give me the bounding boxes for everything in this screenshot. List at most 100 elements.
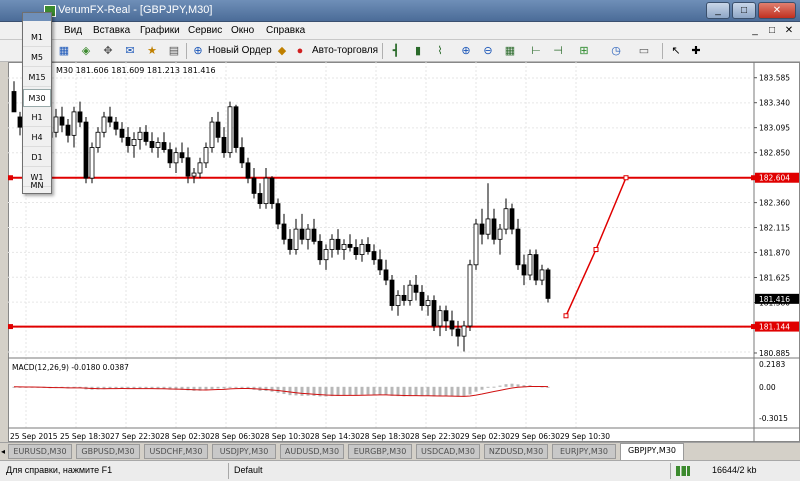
candlestick-body xyxy=(371,251,377,261)
child-restore-button[interactable]: □ xyxy=(765,24,779,37)
tab-audusd[interactable]: AUDUSD,M30 xyxy=(280,444,344,459)
new-chart-icon[interactable]: ▦ xyxy=(56,43,72,59)
macd-histogram-bar xyxy=(228,386,232,388)
macd-histogram-bar xyxy=(444,386,448,397)
candlestick-body xyxy=(491,218,497,240)
periods-icon[interactable]: ◷ xyxy=(608,43,624,59)
cursor-icon[interactable]: ↖ xyxy=(668,43,684,59)
indicators-icon[interactable]: ⊞ xyxy=(576,43,592,59)
navigator-icon[interactable]: ✉ xyxy=(122,43,138,59)
candlestick-body xyxy=(227,106,233,154)
macd-histogram-bar xyxy=(396,386,400,397)
macd-histogram-bar xyxy=(282,386,286,395)
menu-bar: Вид Вставка Графики Сервис Окно Справка … xyxy=(0,22,800,40)
candlestick-body xyxy=(323,249,329,261)
status-separator xyxy=(228,463,229,479)
candlestick-body xyxy=(461,325,467,337)
toolbar-separator xyxy=(382,43,383,59)
crosshair-move-icon[interactable]: ✥ xyxy=(100,43,116,59)
auto-trading-icon[interactable]: ● xyxy=(292,43,308,59)
macd-histogram-bar xyxy=(486,386,490,388)
tile-windows-icon[interactable]: ▦ xyxy=(502,43,518,59)
price-chart[interactable]: 183.585183.340183.095182.850182.605182.3… xyxy=(8,62,800,442)
menu-charts[interactable]: Графики xyxy=(140,25,180,36)
zoom-in-icon[interactable]: ⊕ xyxy=(458,43,474,59)
timeframe-mn[interactable]: MN xyxy=(23,179,51,193)
candlestick-icon[interactable]: ▮ xyxy=(410,43,426,59)
menu-insert[interactable]: Вставка xyxy=(93,25,130,36)
candlestick-body xyxy=(233,106,239,148)
candlestick-body xyxy=(485,218,491,235)
templates-icon[interactable]: ▭ xyxy=(636,43,652,59)
tab-gbpjpy[interactable]: GBPJPY,M30 xyxy=(620,443,684,460)
macd-histogram-bar xyxy=(294,386,298,396)
macd-histogram-bar xyxy=(498,385,502,387)
candlestick-body xyxy=(515,228,521,266)
tester-icon[interactable]: ▤ xyxy=(166,43,182,59)
candlestick-body xyxy=(443,310,449,322)
timeframe-panel-header[interactable] xyxy=(23,13,51,21)
menu-help[interactable]: Справка xyxy=(266,25,305,36)
macd-histogram-bar xyxy=(468,386,472,395)
menu-view[interactable]: Вид xyxy=(64,25,82,36)
menu-window[interactable]: Окно xyxy=(231,25,254,36)
child-minimize-button[interactable]: _ xyxy=(748,24,762,37)
macd-histogram-bar xyxy=(240,386,244,388)
close-button[interactable]: ✕ xyxy=(758,2,796,19)
crosshair-icon[interactable]: ✚ xyxy=(688,43,704,59)
tab-usdchf[interactable]: USDCHF,M30 xyxy=(144,444,208,459)
zoom-out-icon[interactable]: ⊖ xyxy=(480,43,496,59)
new-order-icon[interactable]: ⊕ xyxy=(190,43,206,59)
bar-chart-icon[interactable]: ┫ xyxy=(388,43,404,59)
timeframe-m1[interactable]: M1 xyxy=(23,29,51,47)
tab-usdjpy[interactable]: USDJPY,M30 xyxy=(212,444,276,459)
candlestick-body xyxy=(155,142,161,148)
line-chart-icon[interactable]: ⌇ xyxy=(432,43,448,59)
time-axis-label: 28 Sep 02:30 xyxy=(160,432,210,441)
candlestick-body xyxy=(287,238,293,250)
market-watch-icon[interactable]: ◈ xyxy=(78,43,94,59)
tab-gbpusd[interactable]: GBPUSD,M30 xyxy=(76,444,140,459)
child-close-button[interactable]: ✕ xyxy=(782,24,796,37)
menu-tools[interactable]: Сервис xyxy=(188,25,222,36)
new-order-button[interactable]: Новый Ордер xyxy=(208,45,272,56)
candlestick-body xyxy=(119,128,125,138)
status-profile[interactable]: Default xyxy=(234,465,263,475)
timeframe-m30[interactable]: M30 xyxy=(23,89,51,107)
expert-advisor-icon[interactable]: ◆ xyxy=(274,43,290,59)
candlestick-body xyxy=(509,208,515,230)
price-tick-label: 181.870 xyxy=(759,249,790,258)
timeframe-d1[interactable]: D1 xyxy=(23,149,51,167)
tab-eurgbp[interactable]: EURGBP,M30 xyxy=(348,444,412,459)
tab-eurusd[interactable]: EURUSD,M30 xyxy=(8,444,72,459)
chart-shift-icon[interactable]: ⊣ xyxy=(550,43,566,59)
macd-histogram-bar xyxy=(492,386,496,388)
candlestick-body xyxy=(389,279,395,306)
tab-eurjpy[interactable]: EURJPY,M30 xyxy=(552,444,616,459)
timeframe-m15[interactable]: M15 xyxy=(23,69,51,87)
macd-histogram-bar xyxy=(300,386,304,396)
candlestick-body xyxy=(347,244,353,248)
timeframe-m5[interactable]: M5 xyxy=(23,49,51,67)
auto-trading-button[interactable]: Авто-торговля xyxy=(312,45,378,56)
price-tick-label: 183.585 xyxy=(759,74,790,83)
candlestick-body xyxy=(131,139,137,146)
trend-projection-line xyxy=(565,177,627,317)
tab-nzdusd[interactable]: NZDUSD,M30 xyxy=(484,444,548,459)
macd-histogram-bar xyxy=(216,386,220,389)
maximize-button[interactable]: □ xyxy=(732,2,756,19)
price-tick-label: 182.850 xyxy=(759,149,790,158)
macd-histogram-bar xyxy=(222,386,226,389)
terminal-icon[interactable]: ★ xyxy=(144,43,160,59)
timeframe-h1[interactable]: H1 xyxy=(23,109,51,127)
level-anchor-handle xyxy=(8,175,13,181)
timeframe-h4[interactable]: H4 xyxy=(23,129,51,147)
macd-histogram-bar xyxy=(270,386,274,392)
macd-histogram-bar xyxy=(372,386,376,395)
ohlc-readout: M30 181.606 181.609 181.213 181.416 xyxy=(56,66,216,75)
time-axis-label: 25 Sep 18:30 xyxy=(60,432,110,441)
auto-scroll-icon[interactable]: ⊢ xyxy=(528,43,544,59)
minimize-button[interactable]: _ xyxy=(706,2,730,19)
toolbar-separator xyxy=(186,43,187,59)
tab-usdcad[interactable]: USDCAD,M30 xyxy=(416,444,480,459)
